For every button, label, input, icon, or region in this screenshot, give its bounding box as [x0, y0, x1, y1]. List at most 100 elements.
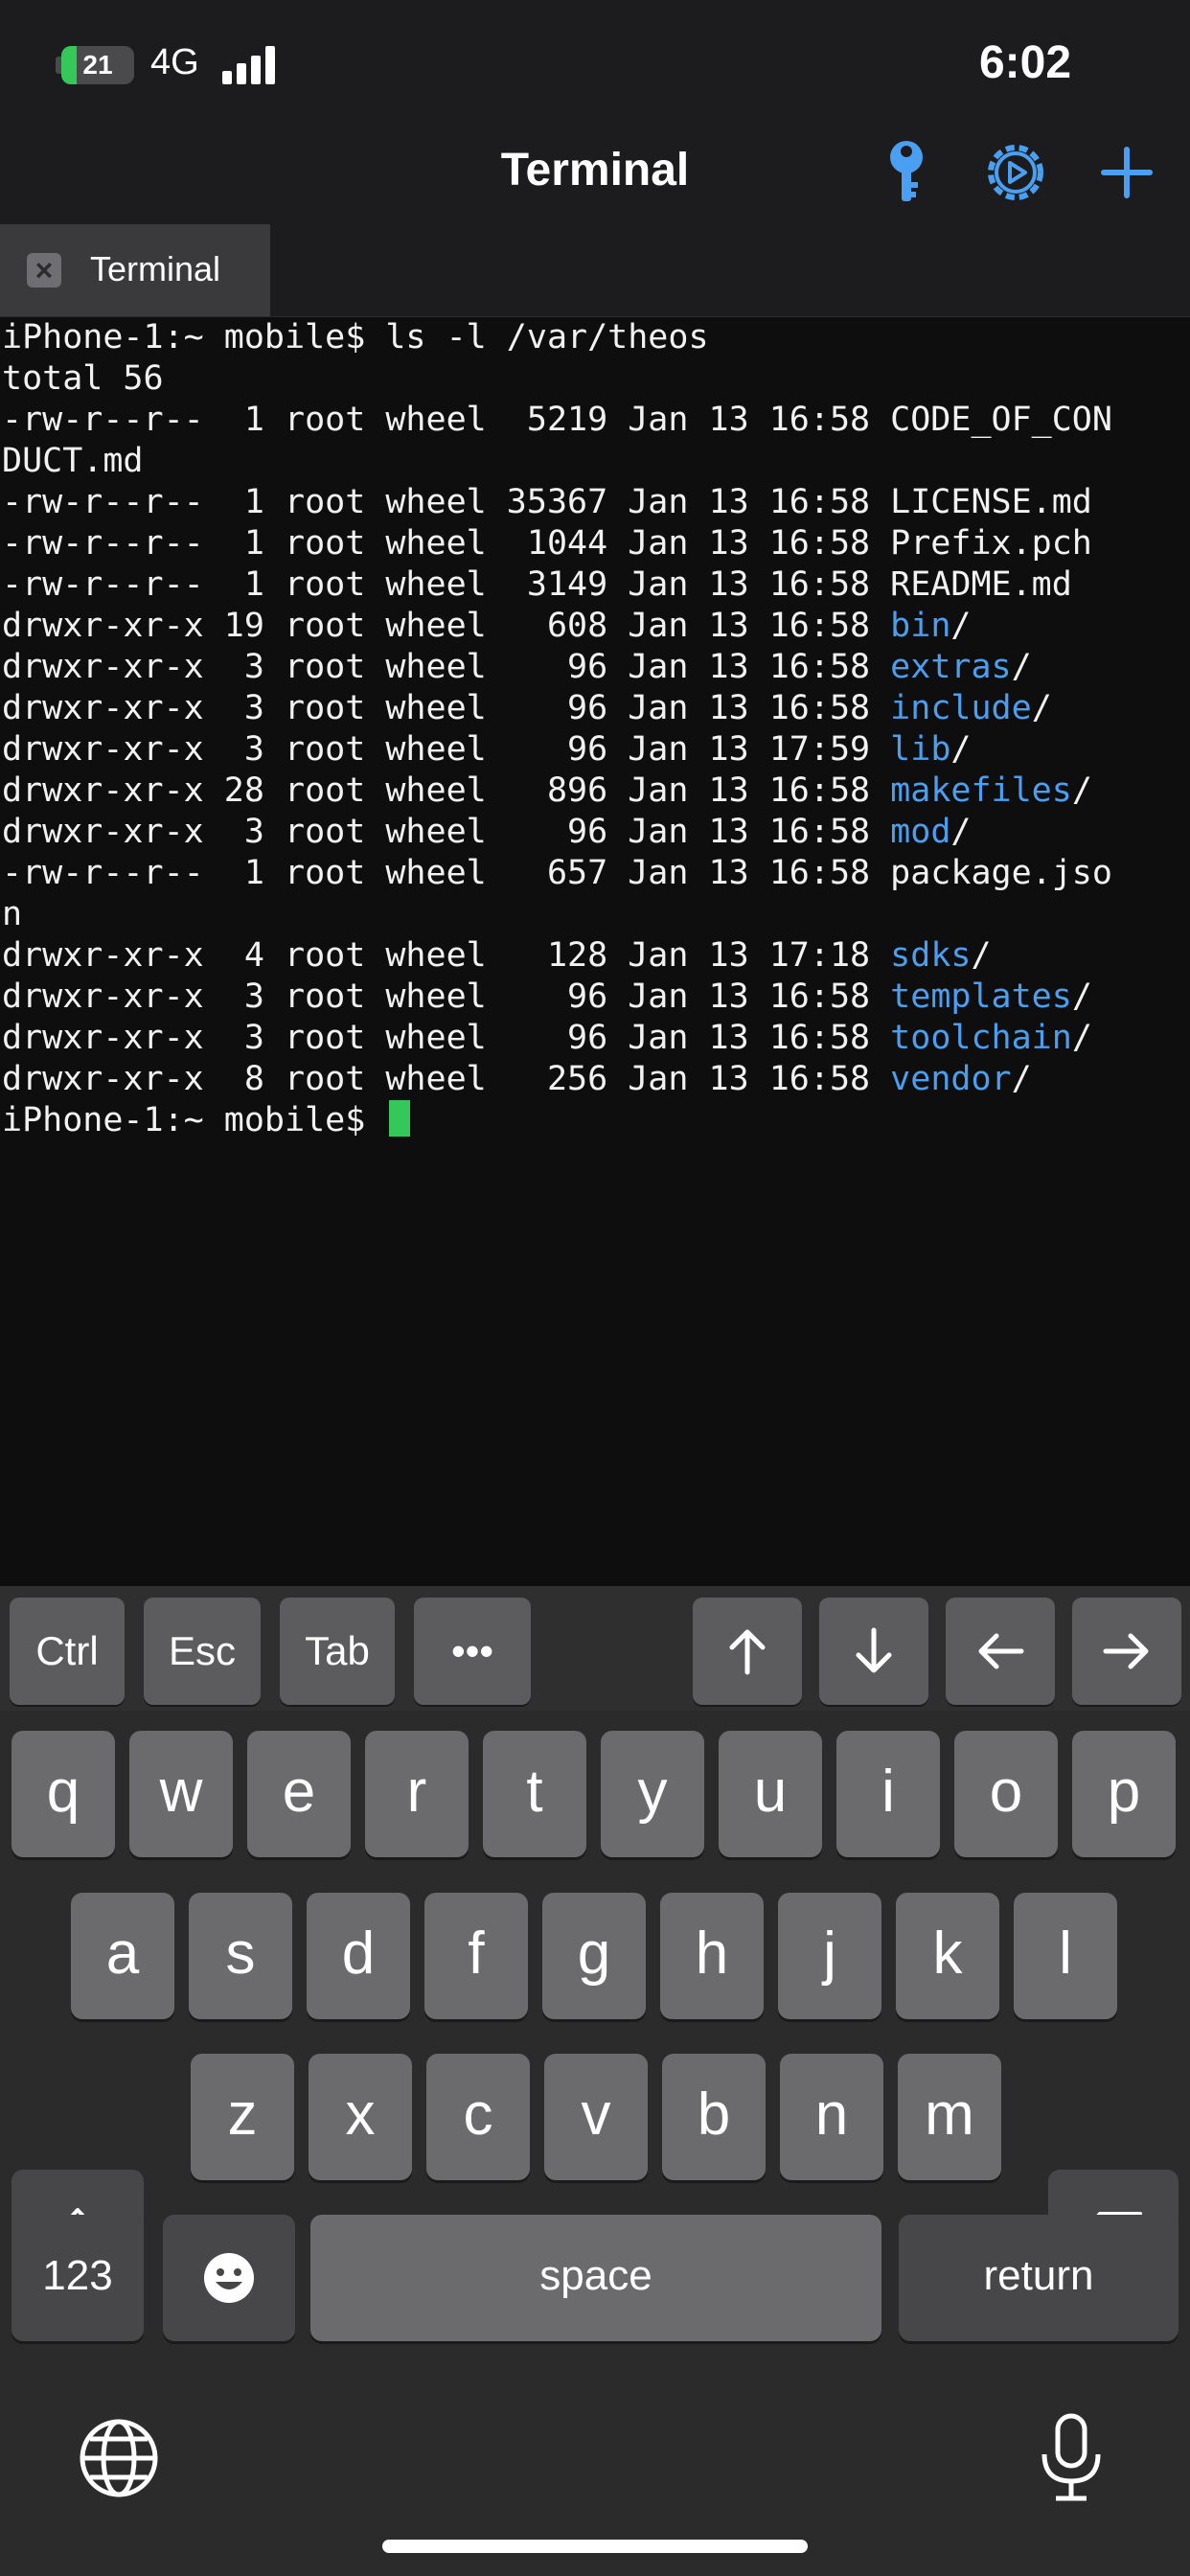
- key-x[interactable]: x: [309, 2054, 412, 2180]
- key-e[interactable]: e: [247, 1731, 351, 1857]
- tab-terminal[interactable]: × Terminal: [0, 224, 270, 316]
- directory-name: vendor: [890, 1060, 1012, 1098]
- terminal-line: total 56: [2, 358, 1190, 400]
- arrow-right-icon[interactable]: [1072, 1598, 1181, 1705]
- network-type: 4G: [150, 42, 199, 82]
- terminal-line: DUCT.md: [2, 441, 1190, 482]
- globe-icon[interactable]: [79, 2418, 159, 2498]
- return-key[interactable]: return: [899, 2215, 1179, 2341]
- battery-level-text: 21: [82, 50, 113, 80]
- key-g[interactable]: g: [542, 1893, 646, 2019]
- terminal-line: -rw-r--r-- 1 root wheel 5219 Jan 13 16:5…: [2, 400, 1190, 441]
- key-icon[interactable]: [866, 134, 943, 211]
- esc-key[interactable]: Esc: [144, 1598, 261, 1705]
- terminal-line-text: drwxr-xr-x 4 root wheel 128 Jan 13 17:18: [2, 936, 891, 975]
- terminal-line-text: total 56: [2, 359, 164, 398]
- tab-key[interactable]: Tab: [280, 1598, 395, 1705]
- key-i[interactable]: i: [836, 1731, 940, 1857]
- terminal-line-text: drwxr-xr-x 3 root wheel 96 Jan 13 16:58: [2, 689, 891, 727]
- terminal-line-text: n: [2, 895, 23, 933]
- terminal-line-text: drwxr-xr-x 3 root wheel 96 Jan 13 16:58: [2, 813, 891, 851]
- key-v[interactable]: v: [544, 2054, 648, 2180]
- terminal-line: drwxr-xr-x 4 root wheel 128 Jan 13 17:18…: [2, 935, 1190, 977]
- directory-name: include: [890, 689, 1032, 727]
- directory-suffix: /: [971, 936, 992, 975]
- microphone-icon[interactable]: [1033, 2412, 1110, 2504]
- terminal-line: drwxr-xr-x 3 root wheel 96 Jan 13 16:58 …: [2, 688, 1190, 729]
- key-u[interactable]: u: [719, 1731, 822, 1857]
- key-p[interactable]: p: [1072, 1731, 1176, 1857]
- more-keys-button[interactable]: •••: [414, 1598, 531, 1705]
- terminal-line-text: -rw-r--r-- 1 root wheel 3149 Jan 13 16:5…: [2, 565, 1072, 604]
- key-b[interactable]: b: [662, 2054, 766, 2180]
- gear-icon[interactable]: [977, 134, 1054, 211]
- key-h[interactable]: h: [660, 1893, 764, 2019]
- terminal-line: -rw-r--r-- 1 root wheel 3149 Jan 13 16:5…: [2, 564, 1190, 606]
- close-icon[interactable]: ×: [27, 253, 61, 288]
- arrow-up-icon[interactable]: [693, 1598, 802, 1705]
- signal-strength-icon: [222, 46, 276, 84]
- terminal-line-text: -rw-r--r-- 1 root wheel 1044 Jan 13 16:5…: [2, 524, 1092, 563]
- numbers-key[interactable]: 123: [11, 2215, 144, 2341]
- key-l[interactable]: l: [1014, 1893, 1117, 2019]
- terminal-cursor: [389, 1100, 411, 1137]
- key-k[interactable]: k: [896, 1893, 999, 2019]
- terminal-line: -rw-r--r-- 1 root wheel 35367 Jan 13 16:…: [2, 482, 1190, 523]
- terminal-line-text: drwxr-xr-x 3 root wheel 96 Jan 13 16:58: [2, 1019, 891, 1057]
- directory-name: sdks: [890, 936, 972, 975]
- directory-name: mod: [890, 813, 951, 851]
- terminal-line-text: drwxr-xr-x 3 root wheel 96 Jan 13 17:59: [2, 730, 891, 769]
- key-t[interactable]: t: [483, 1731, 586, 1857]
- clock: 6:02: [978, 37, 1072, 88]
- terminal-line-text: -rw-r--r-- 1 root wheel 5219 Jan 13 16:5…: [2, 401, 1112, 439]
- directory-suffix: /: [1071, 1019, 1092, 1057]
- arrow-down-icon[interactable]: [819, 1598, 928, 1705]
- terminal-line: drwxr-xr-x 3 root wheel 96 Jan 13 16:58 …: [2, 812, 1190, 853]
- arrow-left-icon[interactable]: [946, 1598, 1055, 1705]
- key-m[interactable]: m: [898, 2054, 1001, 2180]
- terminal-line-text: drwxr-xr-x 28 root wheel 896 Jan 13 16:5…: [2, 771, 891, 810]
- key-f[interactable]: f: [424, 1893, 528, 2019]
- terminal-line-text: drwxr-xr-x 3 root wheel 96 Jan 13 16:58: [2, 648, 891, 686]
- emoji-icon[interactable]: [163, 2215, 295, 2341]
- terminal-line: drwxr-xr-x 8 root wheel 256 Jan 13 16:58…: [2, 1059, 1190, 1100]
- key-d[interactable]: d: [307, 1893, 410, 2019]
- key-w[interactable]: w: [129, 1731, 233, 1857]
- directory-suffix: /: [950, 813, 972, 851]
- terminal-line: -rw-r--r-- 1 root wheel 657 Jan 13 16:58…: [2, 853, 1190, 894]
- accessory-bar: Ctrl Esc Tab •••: [0, 1586, 1190, 1711]
- key-z[interactable]: z: [191, 2054, 294, 2180]
- key-o[interactable]: o: [954, 1731, 1058, 1857]
- directory-suffix: /: [1071, 978, 1092, 1016]
- terminal-output[interactable]: iPhone-1:~ mobile$ ls -l /var/theos total…: [0, 317, 1190, 1586]
- directory-suffix: /: [1031, 689, 1052, 727]
- plus-icon[interactable]: [1088, 134, 1165, 211]
- key-r[interactable]: r: [365, 1731, 469, 1857]
- ctrl-key[interactable]: Ctrl: [10, 1598, 125, 1705]
- directory-name: templates: [890, 978, 1072, 1016]
- key-n[interactable]: n: [780, 2054, 883, 2180]
- terminal-prompt-line: iPhone-1:~ mobile$: [2, 1100, 1190, 1141]
- directory-name: bin: [890, 607, 951, 645]
- key-j[interactable]: j: [778, 1893, 881, 2019]
- key-y[interactable]: y: [601, 1731, 704, 1857]
- terminal-line-text: -rw-r--r-- 1 root wheel 35367 Jan 13 16:…: [2, 483, 1092, 521]
- terminal-line: drwxr-xr-x 3 root wheel 96 Jan 13 16:58 …: [2, 1018, 1190, 1059]
- directory-suffix: /: [1071, 771, 1092, 810]
- space-key[interactable]: space: [310, 2215, 881, 2341]
- status-bar: 21 4G 6:02: [0, 0, 1190, 134]
- directory-name: makefiles: [890, 771, 1072, 810]
- tab-label: Terminal: [90, 249, 221, 288]
- key-a[interactable]: a: [71, 1893, 174, 2019]
- terminal-line: drwxr-xr-x 28 root wheel 896 Jan 13 16:5…: [2, 770, 1190, 812]
- key-s[interactable]: s: [189, 1893, 292, 2019]
- home-indicator[interactable]: [382, 2540, 808, 2553]
- key-q[interactable]: q: [11, 1731, 115, 1857]
- directory-name: toolchain: [890, 1019, 1072, 1057]
- terminal-line-text: drwxr-xr-x 8 root wheel 256 Jan 13 16:58: [2, 1060, 891, 1098]
- key-c[interactable]: c: [426, 2054, 530, 2180]
- terminal-line: drwxr-xr-x 19 root wheel 608 Jan 13 16:5…: [2, 606, 1190, 647]
- terminal-line-text: DUCT.md: [2, 442, 144, 480]
- page-title: Terminal: [500, 145, 690, 196]
- directory-suffix: /: [950, 607, 972, 645]
